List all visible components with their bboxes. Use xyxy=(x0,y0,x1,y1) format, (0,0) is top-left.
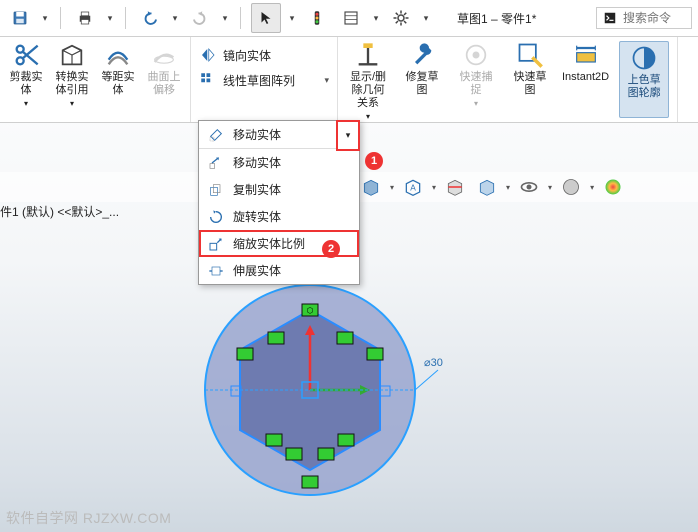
redo-button[interactable] xyxy=(186,4,214,32)
display-style-button[interactable]: A xyxy=(400,176,426,198)
callout-badge-2: 2 xyxy=(322,240,340,258)
dropdown-item-copy[interactable]: 复制实体 xyxy=(199,176,359,203)
doc-title: 草图1 – 零件1* xyxy=(457,10,536,27)
search-input[interactable] xyxy=(621,10,685,26)
watermark: 软件自学网 RJZXW.COM xyxy=(6,508,171,528)
dropdown-item-rotate[interactable]: 旋转实体 xyxy=(199,203,359,230)
select-dropdown[interactable]: ▾ xyxy=(287,13,297,24)
dropdown-header[interactable]: 移动实体 ▾ xyxy=(199,121,359,149)
options-button[interactable] xyxy=(337,4,365,32)
save-dropdown[interactable]: ▾ xyxy=(40,13,50,24)
appearance-button[interactable] xyxy=(558,176,584,198)
command-icon xyxy=(603,11,617,25)
quick-snaps-button: 快速捕 捉 ▾ xyxy=(454,41,498,118)
select-tool[interactable] xyxy=(251,3,281,33)
rapid-sketch-button[interactable]: 快速草 图 xyxy=(508,41,552,118)
svg-text:A: A xyxy=(410,182,416,192)
linear-pattern-button[interactable]: 线性草图阵列 ▾ xyxy=(199,70,329,91)
dimension-label: ⌀30 xyxy=(424,357,443,369)
traffic-light-icon[interactable] xyxy=(303,4,331,32)
mirror-entities-button[interactable]: 镜向实体 xyxy=(199,45,329,66)
quick-toolbar: ▾ ▾ ▾ ▾ ▾ ▾ ▾ 草图1 – 零件1* xyxy=(0,0,698,37)
save-button[interactable] xyxy=(6,4,34,32)
trim-entities-button[interactable]: 剪裁实 体 ▾ xyxy=(8,41,44,118)
hide-show-button[interactable] xyxy=(516,176,542,198)
dropdown-item-stretch[interactable]: 伸展实体 xyxy=(199,257,359,284)
svg-text:⬡: ⬡ xyxy=(307,306,314,315)
settings-dropdown[interactable]: ▾ xyxy=(421,13,431,24)
graphics-viewport[interactable]: ⬡ ⌀30 xyxy=(170,270,450,530)
ribbon: 剪裁实 体 ▾ 转换实 体引用 ▾ 等距实 体 曲面上 偏移 镜向实体 xyxy=(0,37,698,123)
undo-button[interactable] xyxy=(136,4,164,32)
surface-offset-button: 曲面上 偏移 xyxy=(146,41,182,118)
move-entities-dropdown: 移动实体 ▾ 移动实体 复制实体 旋转实体 缩放实体比例 伸展实体 xyxy=(198,120,360,285)
callout-badge-1: 1 xyxy=(365,152,383,170)
scene-button[interactable] xyxy=(474,176,500,198)
instant2d-button[interactable]: Instant2D xyxy=(562,41,609,118)
dropdown-item-move[interactable]: 移动实体 xyxy=(199,149,359,176)
section-view-button[interactable] xyxy=(442,176,468,198)
convert-entities-button[interactable]: 转换实 体引用 ▾ xyxy=(54,41,90,118)
redo-dropdown[interactable]: ▾ xyxy=(220,13,230,24)
settings-button[interactable] xyxy=(387,4,415,32)
search-box[interactable] xyxy=(596,7,692,29)
repair-sketch-button[interactable]: 修复草 图 xyxy=(400,41,444,118)
undo-dropdown[interactable]: ▾ xyxy=(170,13,180,24)
view-orientation-button[interactable] xyxy=(358,176,384,198)
display-relations-button[interactable]: 显示/删 除几何 关系 ▾ xyxy=(346,41,390,118)
options-dropdown[interactable]: ▾ xyxy=(371,13,381,24)
print-dropdown[interactable]: ▾ xyxy=(105,13,115,24)
offset-entities-button[interactable]: 等距实 体 xyxy=(100,41,136,118)
render-button[interactable] xyxy=(600,176,626,198)
shaded-profile-button[interactable]: 上色草 图轮廓 xyxy=(619,41,669,118)
dropdown-arrow-button[interactable]: ▾ xyxy=(336,120,360,151)
feature-tree-item[interactable]: 件1 (默认) <<默认>_... xyxy=(0,203,119,220)
print-button[interactable] xyxy=(71,4,99,32)
